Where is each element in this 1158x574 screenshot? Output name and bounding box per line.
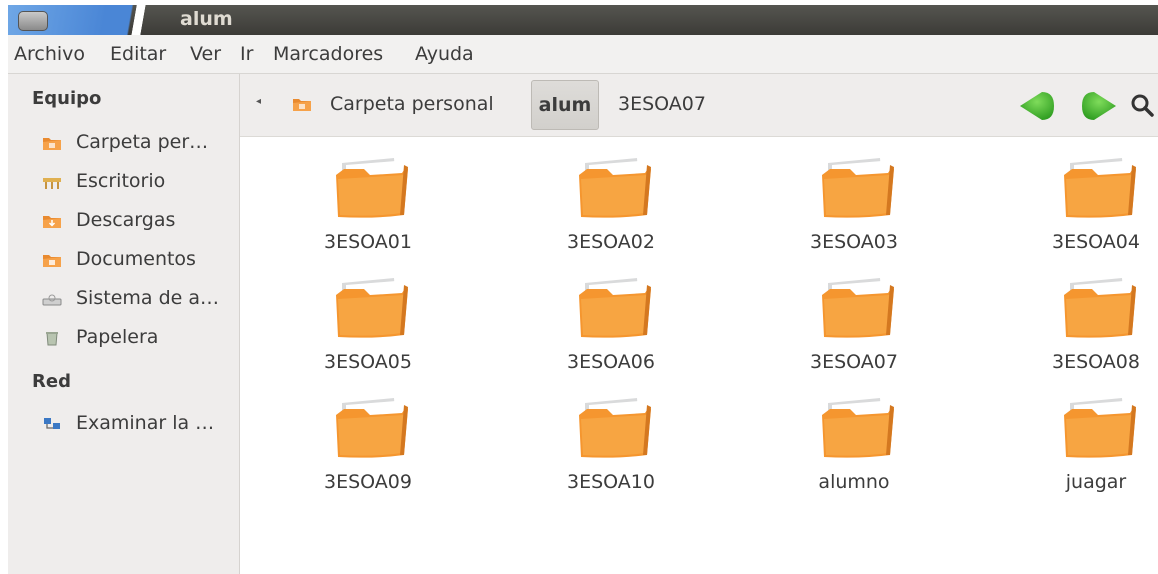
folder-name: 3ESOA09 (324, 471, 412, 493)
home-folder-icon (43, 138, 61, 150)
breadcrumb-3esoa07[interactable]: 3ESOA07 (618, 93, 706, 115)
back-arrow-icon[interactable] (1018, 90, 1058, 122)
folder-item[interactable]: alumno (774, 395, 934, 505)
folder-icon (579, 398, 651, 458)
folder-icon (579, 158, 651, 218)
folder-item[interactable]: 3ESOA08 (1016, 275, 1158, 385)
folder-name: 3ESOA02 (567, 231, 655, 253)
breadcrumb-home[interactable]: Carpeta personal (292, 88, 522, 120)
folder-name: 3ESOA06 (567, 351, 655, 373)
folder-item[interactable]: 3ESOA01 (288, 155, 448, 265)
filesystem-drive-icon (42, 294, 62, 306)
search-icon[interactable] (1128, 88, 1158, 122)
title-bar-accent-stripe (126, 5, 156, 35)
sidebar-item-label: Descargas (76, 209, 176, 231)
sidebar-item-label: Escritorio (76, 170, 166, 192)
folder-item[interactable]: juagar (1016, 395, 1158, 505)
menu-ayuda[interactable]: Ayuda (415, 43, 474, 65)
trash-icon (46, 332, 58, 346)
folder-icon (1064, 278, 1136, 338)
menu-marcadores[interactable]: Marcadores (273, 43, 383, 65)
menu-editar[interactable]: Editar (110, 43, 166, 65)
sidebar-item-documents[interactable]: Documentos (42, 246, 237, 276)
folder-name: 3ESOA07 (810, 351, 898, 373)
folder-name: alumno (818, 471, 890, 493)
folder-icon (1064, 398, 1136, 458)
sidebar-item-trash[interactable]: Papelera (42, 324, 237, 354)
sidebar-item-label: Carpeta per… (76, 131, 209, 153)
file-icon-view: 3ESOA01 3ESOA02 3ESOA03 3ESOA04 3ESOA05 … (240, 137, 1158, 574)
places-sidebar: Equipo Carpeta per… Escritorio Descargas (8, 74, 240, 574)
folder-item[interactable]: 3ESOA07 (774, 275, 934, 385)
sidebar-heading-equipo: Equipo (32, 88, 102, 109)
folder-item[interactable]: 3ESOA06 (531, 275, 691, 385)
folder-item[interactable]: 3ESOA05 (288, 275, 448, 385)
menu-bar: Archivo Editar Ver Ir Marcadores Ayuda (8, 35, 1158, 74)
folder-icon (822, 278, 894, 338)
folder-name: 3ESOA10 (567, 471, 655, 493)
folder-name: 3ESOA01 (324, 231, 412, 253)
title-bar: alum (8, 5, 1158, 35)
sidebar-item-downloads[interactable]: Descargas (42, 207, 237, 237)
folder-icon (336, 278, 408, 338)
desktop-icon (43, 178, 61, 189)
sidebar-item-label: Documentos (76, 248, 196, 270)
breadcrumb-label: Carpeta personal (330, 93, 494, 115)
folder-name: 3ESOA08 (1052, 351, 1140, 373)
folder-name: 3ESOA03 (810, 231, 898, 253)
sidebar-item-label: Sistema de a… (76, 287, 220, 309)
sidebar-heading-red: Red (32, 371, 71, 392)
folder-item[interactable]: 3ESOA04 (1016, 155, 1158, 265)
folder-icon (579, 278, 651, 338)
folder-icon (822, 158, 894, 218)
forward-arrow-icon[interactable] (1078, 90, 1118, 122)
folder-name: 3ESOA05 (324, 351, 412, 373)
folder-icon (822, 398, 894, 458)
path-scroll-left-icon[interactable]: ◂ (256, 96, 261, 107)
sidebar-item-desktop[interactable]: Escritorio (42, 168, 237, 198)
folder-item[interactable]: 3ESOA10 (531, 395, 691, 505)
menu-ir[interactable]: Ir (240, 43, 253, 65)
sidebar-item-label: Examinar la … (76, 412, 215, 434)
home-folder-icon (293, 99, 311, 111)
menu-ver[interactable]: Ver (190, 43, 221, 65)
sidebar-item-network[interactable]: Examinar la … (42, 410, 237, 440)
folder-item[interactable]: 3ESOA09 (288, 395, 448, 505)
documents-folder-icon (43, 255, 61, 267)
sidebar-item-filesystem[interactable]: Sistema de a… (42, 285, 237, 315)
folder-icon (1064, 158, 1136, 218)
location-toolbar: ◂ Carpeta personal alum 3ESOA07 (240, 74, 1158, 137)
window-title: alum (180, 8, 233, 30)
folder-name: juagar (1065, 471, 1127, 493)
folder-name: 3ESOA04 (1052, 231, 1140, 253)
menu-archivo[interactable]: Archivo (14, 43, 85, 65)
sidebar-item-label: Papelera (76, 326, 159, 348)
window-close-button[interactable] (18, 11, 48, 31)
folder-icon (336, 158, 408, 218)
breadcrumb-alum[interactable]: alum (531, 80, 599, 130)
network-icon (44, 418, 60, 429)
sidebar-item-home[interactable]: Carpeta per… (42, 129, 237, 159)
folder-icon (336, 398, 408, 458)
folder-item[interactable]: 3ESOA02 (531, 155, 691, 265)
folder-item[interactable]: 3ESOA03 (774, 155, 934, 265)
downloads-folder-icon (43, 216, 61, 228)
